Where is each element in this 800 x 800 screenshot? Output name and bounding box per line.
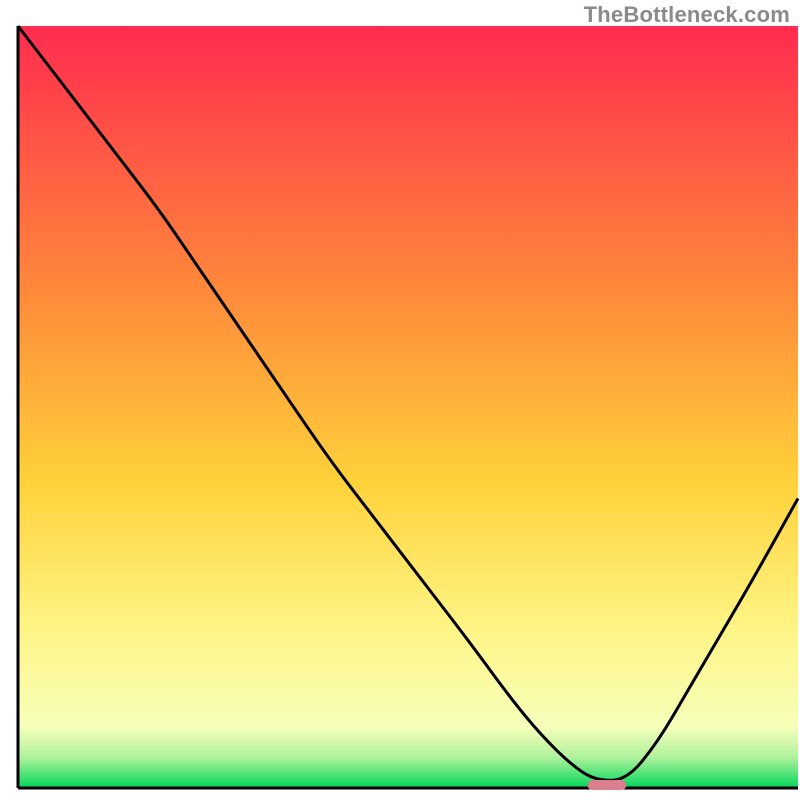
chart-container: { "watermark": "TheBottleneck.com", "col… bbox=[0, 0, 800, 800]
bottleneck-chart bbox=[0, 0, 800, 800]
optimal-marker bbox=[587, 780, 626, 790]
watermark-text: TheBottleneck.com bbox=[584, 2, 790, 28]
plot-background bbox=[18, 26, 798, 788]
